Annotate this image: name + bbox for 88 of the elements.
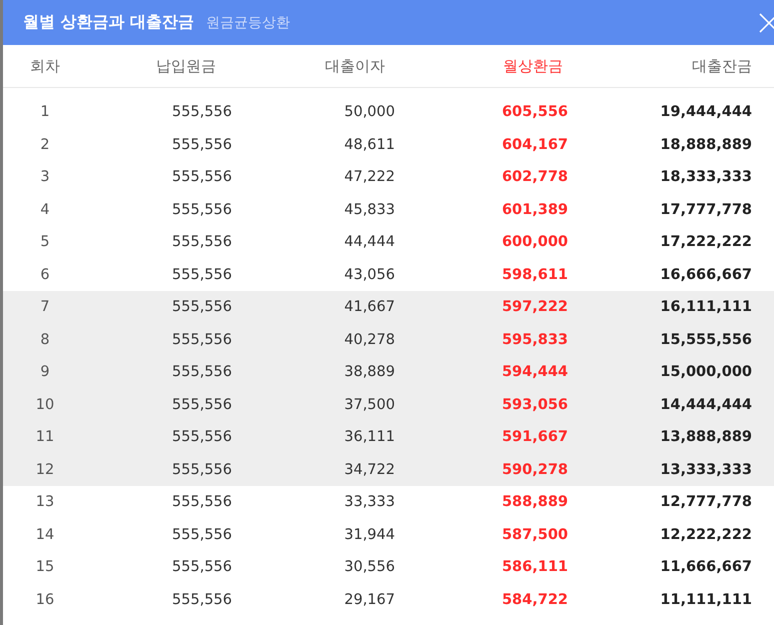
table-cell-text: 5: [39, 234, 51, 250]
table-cell-text: 588,889: [500, 494, 568, 510]
table-cell-text: 604,167: [500, 136, 568, 153]
table-cell-text: 555,556: [171, 136, 232, 153]
table-cell-text: 50,000: [343, 104, 395, 120]
table-cell-text: 555,556: [171, 396, 232, 413]
table-cell-text: 19,444,444: [659, 104, 752, 120]
table-cell-text: 33,333: [343, 494, 395, 510]
table-cell-text: 591,667: [500, 429, 568, 446]
table-cell-text: 38,889: [343, 364, 395, 380]
table-cell-text: 555,556: [171, 299, 232, 316]
table-cell-text: 555,556: [171, 332, 232, 348]
column-header: 납입원금: [155, 56, 217, 76]
table-cell-text: 3: [39, 169, 51, 186]
table-cell-text: 15,000,000: [659, 364, 752, 380]
table-cell-text: 11,111,111: [659, 592, 752, 608]
table-cell-text: 10: [34, 396, 56, 413]
table-cell-text: 17,777,778: [659, 202, 752, 218]
table-cell-text: 6: [39, 266, 51, 283]
table-cell-text: 598,611: [500, 266, 568, 283]
table-cell-text: 555,556: [171, 169, 232, 186]
table-cell-text: 594,444: [500, 364, 568, 380]
table-cell-text: 40,278: [343, 332, 395, 348]
table-cell-text: 41,667: [343, 299, 395, 316]
table-cell-text: 47,222: [343, 169, 395, 186]
table-cell-text: 11: [34, 429, 56, 446]
table-cell-text: 15,555,556: [659, 332, 752, 348]
window-subtitle: 원금균등상환: [206, 14, 290, 32]
column-header: 월상환금: [502, 56, 564, 76]
table-cell-text: 37,500: [343, 396, 395, 413]
table-cell-text: 555,556: [171, 234, 232, 250]
table-cell-text: 13: [34, 494, 56, 510]
table-cell-text: 36,111: [343, 429, 395, 446]
table-cell-text: 600,000: [500, 234, 568, 250]
table-cell-text: 16: [34, 592, 56, 608]
table-cell-text: 590,278: [500, 462, 568, 478]
table-cell-text: 555,556: [171, 494, 232, 510]
table-cell-text: 31,944: [343, 526, 395, 543]
table-cell-text: 586,111: [500, 559, 568, 576]
table-cell-text: 15: [34, 559, 56, 576]
table-cell-text: 555,556: [171, 526, 232, 543]
column-header: 대출이자: [324, 56, 386, 76]
table-cell-text: 602,778: [500, 169, 568, 186]
table-cell-text: 18,888,889: [659, 136, 752, 153]
table-cell-text: 11,666,667: [659, 559, 752, 576]
table-cell-text: 555,556: [171, 104, 232, 120]
table-cell-text: 9: [39, 364, 51, 380]
table-cell-text: 17,222,222: [659, 234, 752, 250]
table-cell-text: 555,556: [171, 429, 232, 446]
table-cell-text: 30,556: [343, 559, 395, 576]
table-cell-text: 1: [39, 104, 51, 120]
table-cell-text: 45,833: [343, 202, 395, 218]
table-cell-text: 14,444,444: [659, 396, 752, 413]
window-title: 월별 상환금과 대출잔금: [23, 12, 194, 33]
table-cell-text: 593,056: [500, 396, 568, 413]
table-cell-text: 29,167: [343, 592, 395, 608]
table-cell-text: 4: [39, 202, 51, 218]
table-cell-text: 34,722: [343, 462, 395, 478]
table-cell-text: 12,777,778: [659, 494, 752, 510]
table-cell-text: 597,222: [500, 299, 568, 316]
table-cell-text: 18,333,333: [659, 169, 752, 186]
table-cell-text: 2: [39, 136, 51, 153]
table-cell-text: 584,722: [500, 592, 568, 608]
table-cell-text: 7: [39, 299, 51, 316]
table-cell-text: 8: [39, 332, 51, 348]
table-cell-text: 555,556: [171, 202, 232, 218]
table-cell-text: 555,556: [171, 592, 232, 608]
table-cell-text: 555,556: [171, 364, 232, 380]
table-cell-text: 13,888,889: [659, 429, 752, 446]
table-cell-text: 12: [34, 462, 56, 478]
table-cell-text: 12,222,222: [659, 526, 752, 543]
column-header: 대출잔금: [691, 56, 752, 76]
table-cell-text: 44,444: [343, 234, 395, 250]
table-cell-text: 601,389: [500, 202, 568, 218]
table-cell-text: 14: [34, 526, 56, 543]
table-cell-text: 555,556: [171, 266, 232, 283]
table-cell-text: 13,333,333: [659, 462, 752, 478]
table-cell-text: 16,111,111: [659, 299, 752, 316]
table-cell-text: 587,500: [500, 526, 568, 543]
table-cell-text: 43,056: [343, 266, 395, 283]
table-cell-text: 555,556: [171, 462, 232, 478]
close-icon[interactable]: [758, 12, 774, 34]
column-header: 회차: [29, 56, 61, 76]
table-cell-text: 605,556: [500, 104, 568, 120]
table-cell-text: 48,611: [343, 136, 395, 153]
table-cell-text: 595,833: [500, 332, 568, 348]
table-cell-text: 555,556: [171, 559, 232, 576]
table-cell-text: 16,666,667: [659, 266, 752, 283]
